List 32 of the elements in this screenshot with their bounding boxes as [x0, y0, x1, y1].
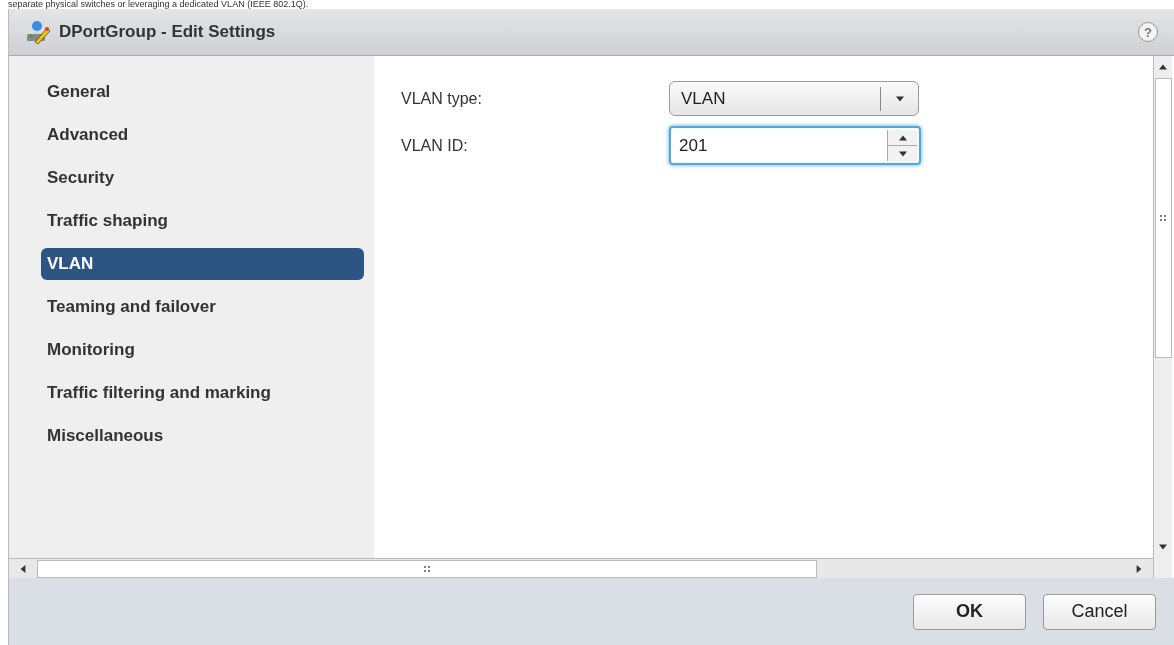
sidebar-item[interactable]: Traffic filtering and marking	[41, 377, 364, 409]
dialog-button[interactable]: OK	[913, 593, 1026, 630]
field-label: VLAN type:	[401, 88, 483, 109]
help-button[interactable]: ?	[1138, 22, 1158, 42]
field-label: VLAN ID:	[401, 135, 469, 156]
body-text: separate physical switches or leveraging a dedicated VLAN (IEEE 802.1Q).	[8, 0, 309, 9]
scrollbar-thumb[interactable]	[37, 559, 817, 578]
horizontal-scrollbar[interactable]	[9, 558, 1153, 578]
sidebar-item[interactable]: Security	[41, 162, 364, 194]
down-arrow-icon	[898, 149, 907, 158]
network-edit-icon	[25, 20, 51, 44]
sidebar-item[interactable]: VLAN	[41, 248, 364, 280]
vlan-type-dropdown[interactable]: VLAN	[669, 81, 919, 116]
sidebar-item[interactable]: General	[41, 76, 364, 108]
vertical-scrollbar[interactable]	[1153, 56, 1172, 578]
dialog-button[interactable]: Cancel	[1043, 593, 1156, 630]
up-arrow-icon	[898, 133, 907, 142]
caret-icon	[895, 94, 904, 103]
window-title: DPortGroup - Edit Settings	[59, 21, 276, 44]
right-arrow-icon	[1135, 564, 1143, 573]
sidebar-item[interactable]: Monitoring	[41, 334, 364, 366]
sidebar-item[interactable]: Traffic shaping	[41, 205, 364, 237]
scrollbar-thumb[interactable]	[1154, 78, 1172, 358]
sidebar-item[interactable]: Advanced	[41, 119, 364, 151]
down-arrow-icon	[1159, 543, 1167, 551]
vlan-id-field[interactable]: 201	[669, 126, 921, 165]
grip-icon	[1160, 215, 1166, 221]
grip-icon	[424, 565, 430, 572]
up-arrow-icon	[1159, 63, 1167, 71]
left-arrow-icon	[19, 564, 27, 573]
sidebar-item[interactable]: Teaming and failover	[41, 291, 364, 323]
sidebar-item[interactable]: Miscellaneous	[41, 420, 364, 452]
